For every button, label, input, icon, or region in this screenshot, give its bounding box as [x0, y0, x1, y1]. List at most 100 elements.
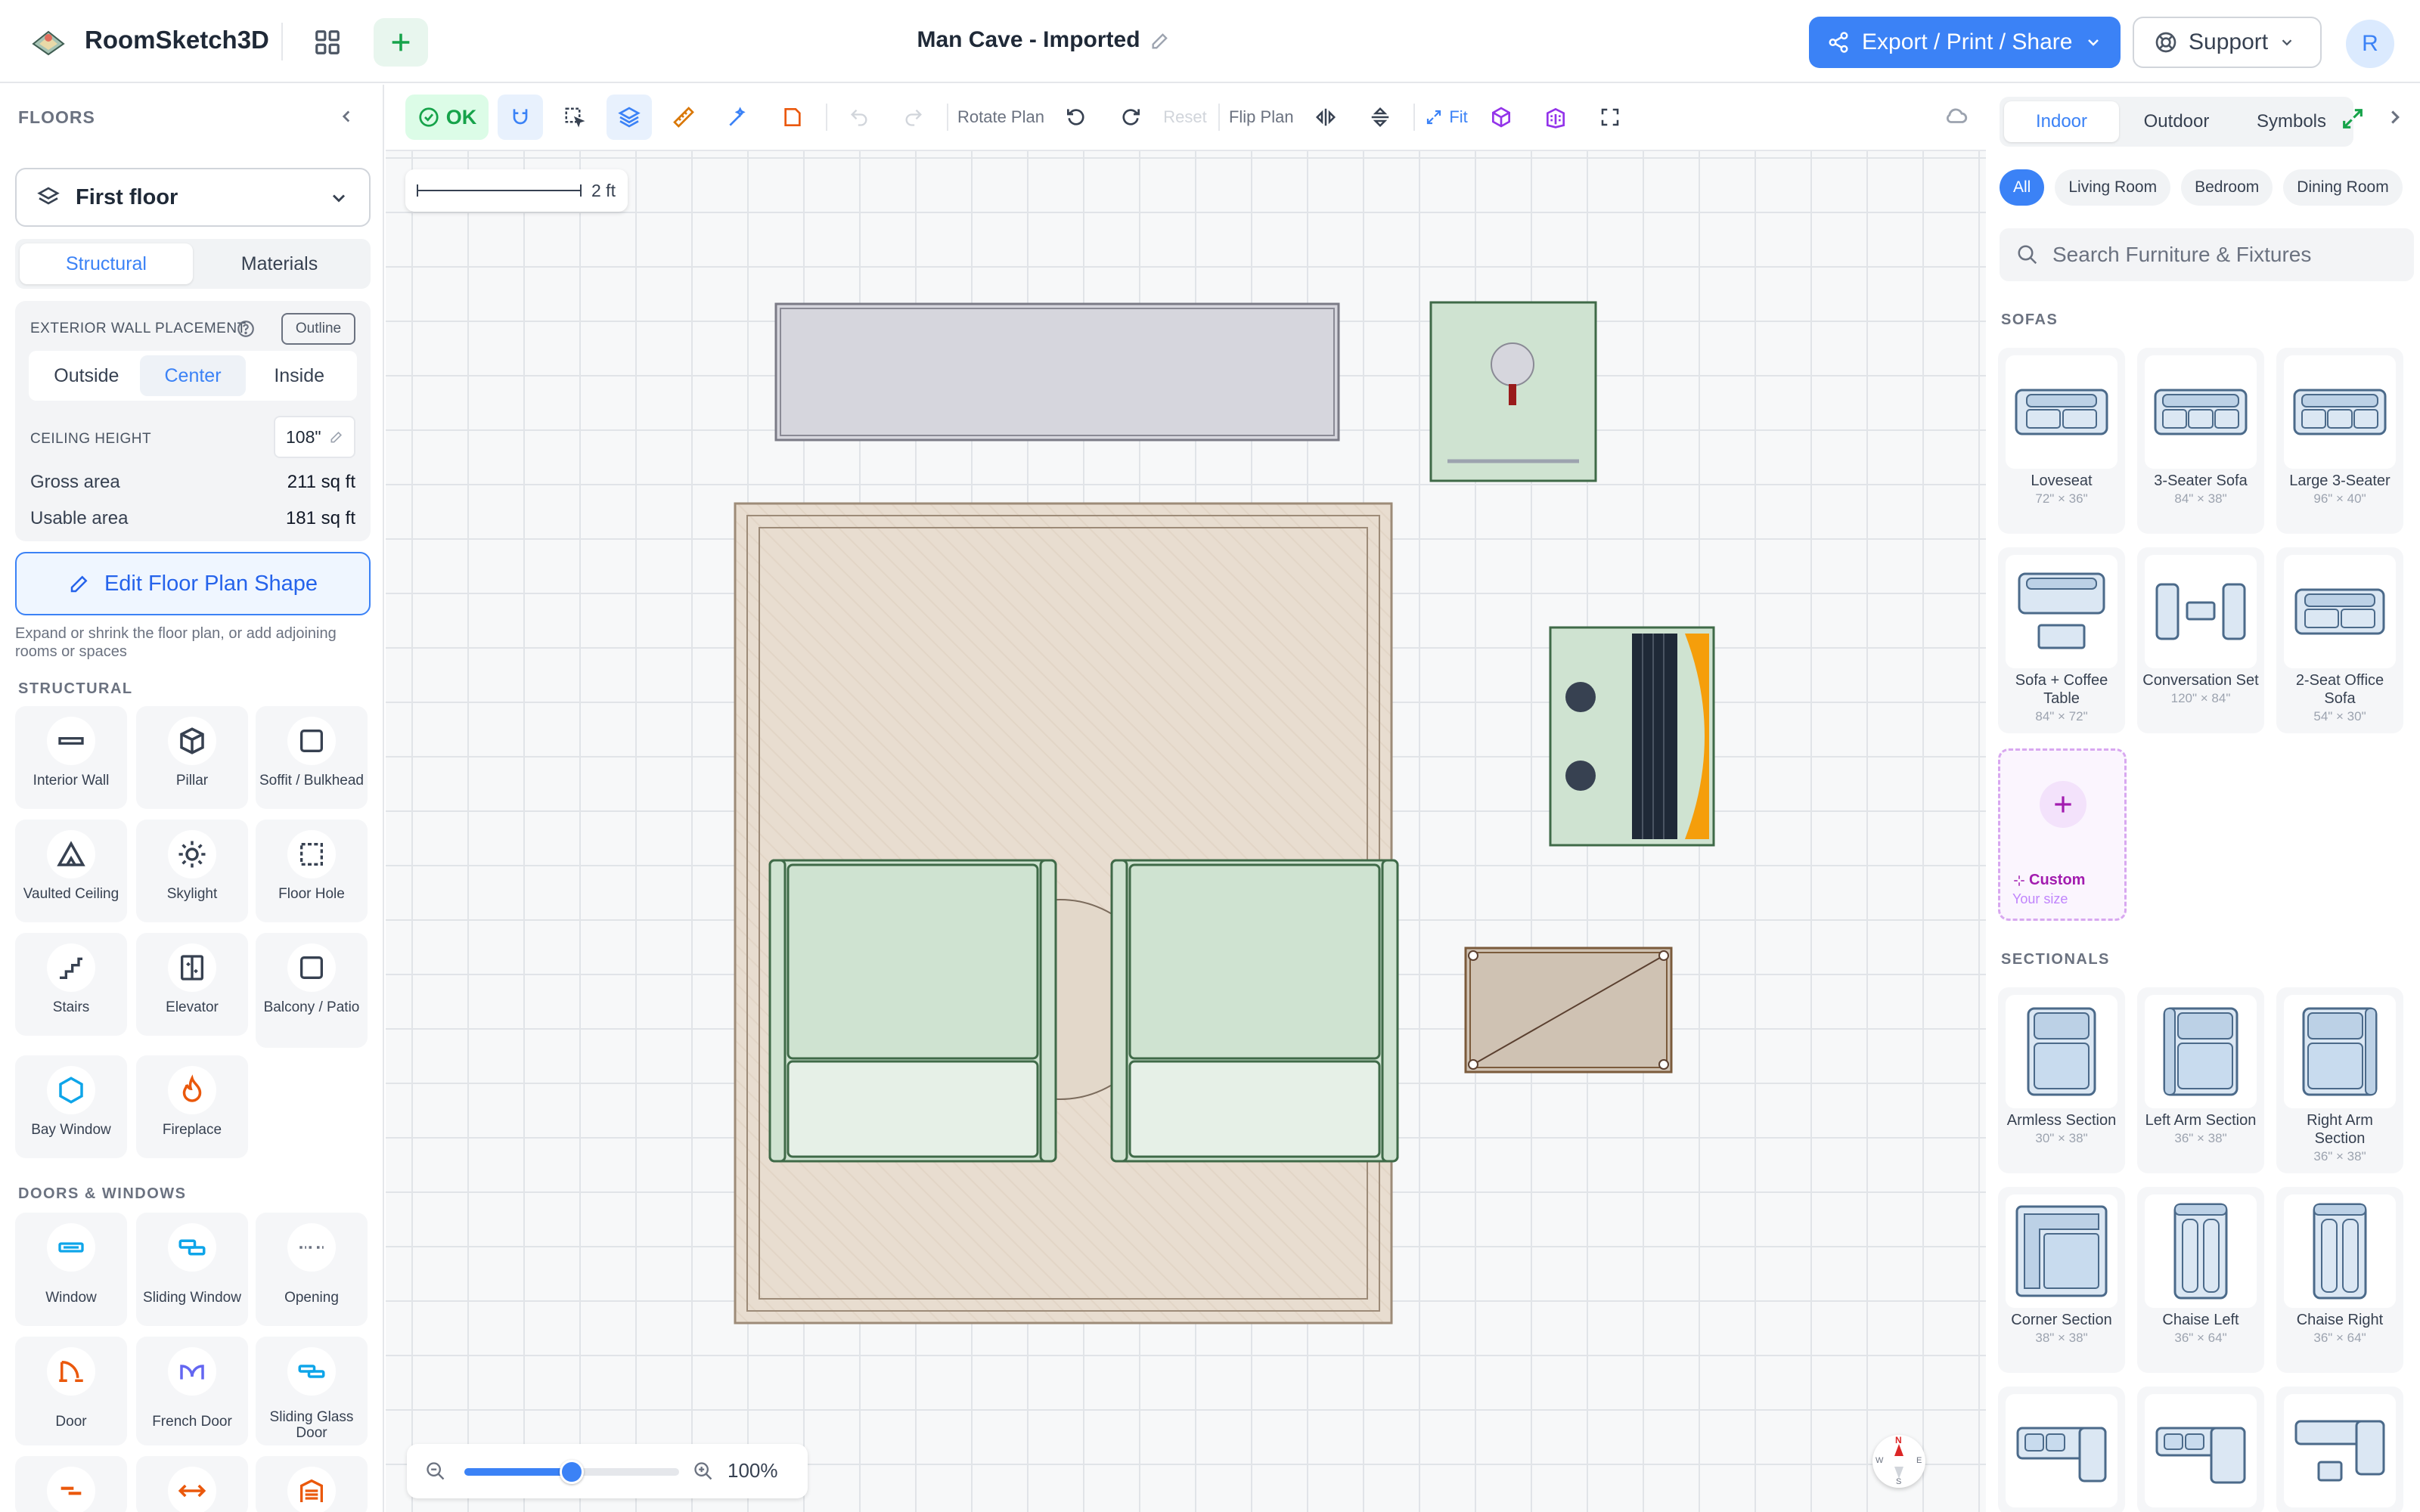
armchair-right[interactable]	[1110, 859, 1399, 1163]
view-3d-button[interactable]	[1478, 94, 1524, 140]
floor-selector[interactable]: First floor	[15, 168, 371, 227]
furniture-large-3-seater[interactable]: Large 3-Seater 96" × 40"	[2276, 348, 2403, 534]
search-input[interactable]	[2052, 243, 2400, 267]
console-cabinet[interactable]	[774, 302, 1340, 442]
cloud-sync-icon[interactable]	[1944, 103, 1969, 129]
tool-opening[interactable]: Opening	[256, 1213, 368, 1326]
placement-inside[interactable]: Inside	[246, 355, 352, 396]
help-circle-icon[interactable]	[236, 319, 256, 339]
furniture-right-arm-section[interactable]: Right Arm Section 36" × 38"	[2276, 987, 2403, 1173]
zoom-slider-handle[interactable]	[560, 1460, 584, 1484]
rotate-ccw-button[interactable]	[1053, 94, 1099, 140]
redo-button[interactable]	[891, 94, 936, 140]
flip-horizontal-button[interactable]	[1303, 94, 1348, 140]
chevron-right-icon[interactable]	[2384, 106, 2406, 129]
compass-widget[interactable]: N E S W	[1872, 1435, 1925, 1488]
tool-skylight[interactable]: Skylight	[136, 820, 248, 922]
rotate-cw-button[interactable]	[1108, 94, 1153, 140]
chip-dining-room[interactable]: Dining Room	[2283, 169, 2403, 206]
dashboard-grid-icon[interactable]	[302, 21, 352, 64]
furniture-3-seater-sofa[interactable]: 3-Seater Sofa 84" × 38"	[2137, 348, 2264, 534]
sectional-table-icon	[2294, 1420, 2385, 1482]
armchair-left[interactable]	[768, 859, 1057, 1163]
fit-label: Fit	[1449, 107, 1468, 126]
tool-sliding-glass-door[interactable]: Sliding Glass Door	[256, 1337, 368, 1445]
building-view-button[interactable]	[1533, 94, 1578, 140]
furniture-sofa-coffee-table[interactable]: Sofa + Coffee Table 84" × 72"	[1998, 547, 2125, 733]
export-print-share-button[interactable]: Export / Print / Share	[1809, 17, 2121, 68]
support-button[interactable]: Support	[2133, 17, 2322, 68]
furniture-search[interactable]	[2000, 228, 2414, 281]
tool-soffit[interactable]: Soffit / Bulkhead	[256, 706, 368, 809]
collapse-sidebar-chevron-icon[interactable]	[333, 103, 360, 130]
magnet-snap-button[interactable]	[498, 94, 543, 140]
tab-materials[interactable]: Materials	[193, 243, 366, 284]
fit-button[interactable]: Fit	[1424, 94, 1469, 140]
tool-balcony[interactable]: Balcony / Patio	[256, 933, 368, 1048]
furniture-sectional-set-3[interactable]	[2276, 1387, 2403, 1512]
tool-more-2[interactable]	[136, 1456, 248, 1512]
project-title[interactable]: Man Cave - Imported	[832, 27, 1255, 53]
tool-french-door[interactable]: French Door	[136, 1337, 248, 1445]
tool-fireplace[interactable]: Fireplace	[136, 1055, 248, 1158]
zoom-slider-track[interactable]	[464, 1460, 679, 1484]
tab-symbols[interactable]: Symbols	[2234, 101, 2349, 142]
furniture-chaise-left[interactable]: Chaise Left 36" × 64"	[2137, 1187, 2264, 1373]
furniture-conversation-set[interactable]: Conversation Set 120" × 84"	[2137, 547, 2264, 733]
furniture-armless-section[interactable]: Armless Section 30" × 38"	[1998, 987, 2125, 1173]
add-project-button[interactable]	[374, 18, 428, 67]
furniture-sectional-set-1[interactable]	[1998, 1387, 2125, 1512]
tab-indoor[interactable]: Indoor	[2004, 101, 2119, 142]
tool-stairs[interactable]: Stairs	[15, 933, 127, 1036]
room-shape-button[interactable]	[770, 94, 815, 140]
tool-floor-hole[interactable]: Floor Hole	[256, 820, 368, 922]
tool-more-3[interactable]	[256, 1456, 368, 1512]
outline-toggle-button[interactable]: Outline	[281, 313, 355, 345]
magic-wand-button[interactable]	[715, 94, 761, 140]
furniture-sectional-set-2[interactable]	[2137, 1387, 2264, 1512]
tool-bay-window[interactable]: Bay Window	[15, 1055, 127, 1158]
divider	[281, 23, 283, 60]
placement-outside[interactable]: Outside	[33, 355, 140, 396]
floor-plan-canvas[interactable]: OK Rotate Plan Reset Flip Plan Fit 2 ft …	[386, 85, 1986, 1512]
tab-structural[interactable]: Structural	[20, 243, 193, 284]
select-area-button[interactable]	[552, 94, 597, 140]
tool-more-1[interactable]	[15, 1456, 127, 1512]
furniture-loveseat[interactable]: Loveseat 72" × 36"	[1998, 348, 2125, 534]
tool-elevator[interactable]: Elevator	[136, 933, 248, 1036]
furniture-corner-section[interactable]: Corner Section 38" × 38"	[1998, 1187, 2125, 1373]
chip-all[interactable]: All	[2000, 169, 2045, 206]
tool-vaulted-ceiling[interactable]: Vaulted Ceiling	[15, 820, 127, 922]
game-console-unit[interactable]	[1549, 626, 1715, 847]
custom-size-card[interactable]: Custom Your size	[1998, 748, 2127, 921]
furniture-left-arm-section[interactable]: Left Arm Section 36" × 38"	[2137, 987, 2264, 1173]
floor-lamp[interactable]	[1429, 301, 1597, 482]
reset-rotation-button[interactable]: Reset	[1162, 94, 1208, 140]
furniture-chaise-right[interactable]: Chaise Right 36" × 64"	[2276, 1187, 2403, 1373]
edit-floor-plan-shape-button[interactable]: Edit Floor Plan Shape	[15, 552, 371, 615]
zoom-out-icon[interactable]	[425, 1461, 446, 1482]
fullscreen-button[interactable]	[1587, 94, 1633, 140]
edit-pencil-icon[interactable]	[1150, 30, 1171, 51]
tool-pillar[interactable]: Pillar	[136, 706, 248, 809]
ceiling-height-field[interactable]: 108"	[274, 416, 355, 458]
app-logo-icon[interactable]	[27, 21, 70, 64]
tool-sliding-window[interactable]: Sliding Window	[136, 1213, 248, 1326]
undo-button[interactable]	[836, 94, 882, 140]
flip-vertical-button[interactable]	[1357, 94, 1403, 140]
ok-status-button[interactable]: OK	[405, 94, 489, 140]
chip-bedroom[interactable]: Bedroom	[2181, 169, 2273, 206]
user-avatar[interactable]: R	[2346, 20, 2394, 68]
side-table[interactable]	[1464, 947, 1673, 1074]
expand-panel-icon[interactable]	[2340, 106, 2366, 132]
chip-living-room[interactable]: Living Room	[2055, 169, 2171, 206]
furniture-2-seat-office-sofa[interactable]: 2-Seat Office Sofa 54" × 30"	[2276, 547, 2403, 733]
tab-outdoor[interactable]: Outdoor	[2119, 101, 2234, 142]
tool-window[interactable]: Window	[15, 1213, 127, 1326]
tool-interior-wall[interactable]: Interior Wall	[15, 706, 127, 809]
zoom-in-icon[interactable]	[693, 1461, 714, 1482]
layers-button[interactable]	[607, 94, 652, 140]
placement-center[interactable]: Center	[139, 355, 247, 396]
measure-button[interactable]	[661, 94, 706, 140]
tool-door[interactable]: Door	[15, 1337, 127, 1445]
